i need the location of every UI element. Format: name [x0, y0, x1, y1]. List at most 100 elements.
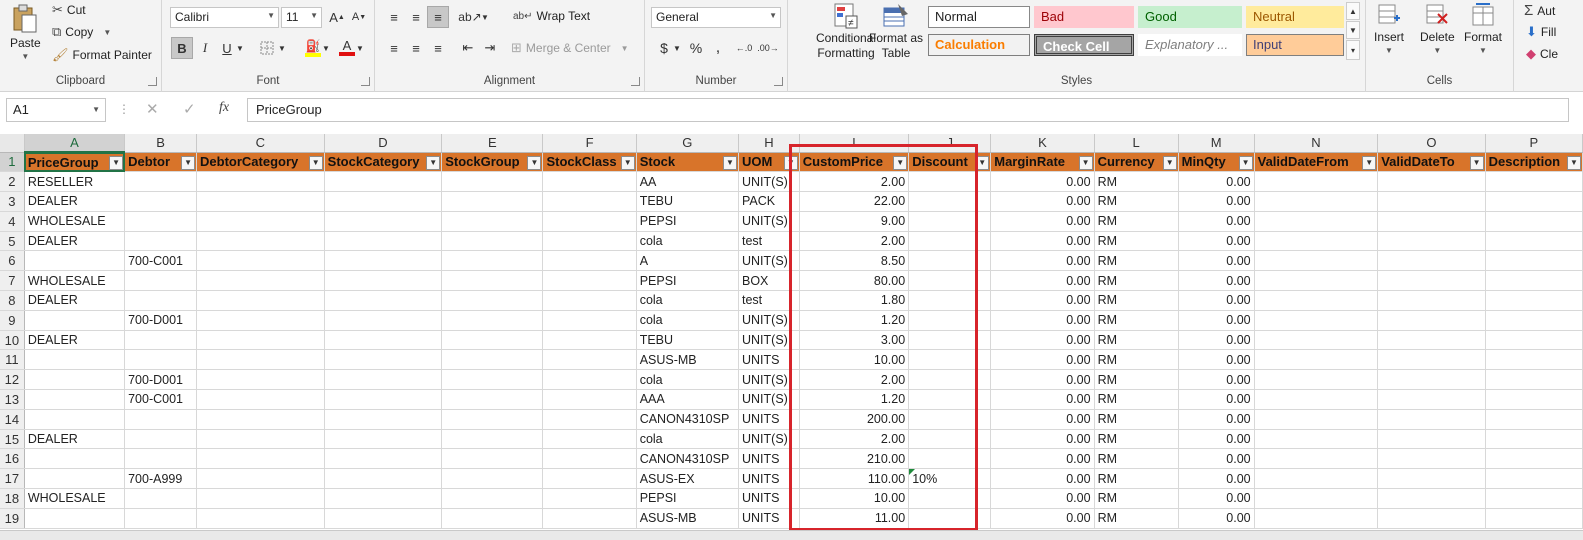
fill-button[interactable]: ⬇ Fill — [1526, 24, 1556, 40]
table-cell[interactable] — [1377, 231, 1486, 252]
table-cell[interactable]: cola — [636, 231, 740, 252]
column-header-g[interactable]: G — [636, 134, 740, 153]
copy-button[interactable]: ⧉ Copy ▼ — [52, 24, 111, 40]
table-cell[interactable]: 0.00 — [990, 250, 1095, 272]
table-cell[interactable] — [908, 231, 992, 252]
column-header-b[interactable]: B — [124, 134, 198, 153]
style-good[interactable]: Good — [1138, 6, 1242, 28]
table-cell[interactable] — [1254, 488, 1379, 509]
table-cell[interactable]: 0.00 — [1178, 448, 1255, 470]
table-cell[interactable] — [908, 488, 992, 509]
column-header-h[interactable]: H — [738, 134, 800, 153]
column-header-n[interactable]: N — [1254, 134, 1379, 153]
table-cell[interactable] — [542, 310, 637, 331]
table-cell[interactable]: 0.00 — [990, 231, 1095, 252]
confirm-entry-icon[interactable]: ✓ — [183, 100, 196, 118]
insert-function-icon[interactable]: fx — [219, 100, 229, 116]
table-cell[interactable] — [324, 468, 443, 490]
table-cell[interactable]: 0.00 — [1178, 290, 1255, 311]
table-cell[interactable] — [542, 191, 637, 212]
table-cell[interactable] — [24, 369, 126, 391]
table-cell[interactable] — [24, 508, 126, 529]
table-cell[interactable]: WHOLESALE — [24, 270, 126, 292]
column-header-i[interactable]: I — [799, 134, 910, 153]
table-cell[interactable] — [908, 508, 992, 529]
table-cell[interactable]: 0.00 — [1178, 231, 1255, 252]
table-cell[interactable]: ASUS-MB — [636, 349, 740, 371]
table-cell[interactable]: AA — [636, 171, 740, 193]
column-header-c[interactable]: C — [196, 134, 325, 153]
table-cell[interactable] — [1485, 409, 1583, 430]
table-cell[interactable] — [124, 270, 198, 292]
filter-dropdown-icon[interactable]: ▼ — [975, 155, 990, 170]
align-middle-button[interactable]: ≡ — [405, 6, 427, 28]
table-cell[interactable] — [1377, 191, 1486, 212]
table-header-cell[interactable]: UOM ▼ — [738, 152, 800, 173]
table-cell[interactable]: 110.00 — [799, 468, 910, 490]
table-cell[interactable] — [1485, 191, 1583, 212]
table-cell[interactable]: test — [738, 290, 800, 311]
table-cell[interactable] — [441, 250, 544, 272]
table-header-cell[interactable]: MarginRate ▼ — [990, 152, 1095, 173]
table-cell[interactable]: 0.00 — [1178, 211, 1255, 232]
table-cell[interactable] — [542, 409, 637, 430]
format-painter-button[interactable]: 🖌 Format Painter — [52, 47, 152, 63]
table-cell[interactable] — [196, 191, 325, 212]
table-header-cell[interactable]: Currency ▼ — [1094, 152, 1179, 173]
table-cell[interactable] — [1377, 369, 1486, 391]
table-cell[interactable]: 2.00 — [799, 369, 910, 391]
table-cell[interactable]: UNITS — [738, 349, 800, 371]
style-check-cell[interactable]: Check Cell — [1034, 34, 1134, 56]
table-cell[interactable]: 0.00 — [990, 290, 1095, 311]
table-cell[interactable] — [441, 270, 544, 292]
table-cell[interactable] — [441, 369, 544, 391]
styles-scroll-down-icon[interactable]: ▼ — [1346, 21, 1360, 39]
table-cell[interactable] — [542, 290, 637, 311]
table-cell[interactable] — [908, 330, 992, 351]
table-cell[interactable] — [24, 310, 126, 331]
table-cell[interactable] — [1485, 369, 1583, 391]
table-cell[interactable]: RM — [1094, 448, 1179, 470]
table-cell[interactable]: 0.00 — [1178, 349, 1255, 371]
table-cell[interactable]: DEALER — [24, 231, 126, 252]
table-header-cell[interactable]: PriceGroup ▼ — [24, 152, 126, 173]
style-explanatory[interactable]: Explanatory ... — [1138, 34, 1242, 56]
table-cell[interactable] — [1485, 508, 1583, 529]
column-header-f[interactable]: F — [542, 134, 637, 153]
table-cell[interactable] — [542, 211, 637, 232]
table-header-cell[interactable]: DebtorCategory ▼ — [196, 152, 325, 173]
table-cell[interactable] — [1377, 310, 1486, 331]
table-cell[interactable] — [1254, 191, 1379, 212]
table-cell[interactable]: DEALER — [24, 429, 126, 450]
filter-dropdown-icon[interactable]: ▼ — [527, 155, 542, 170]
table-cell[interactable]: RM — [1094, 429, 1179, 450]
table-cell[interactable]: UNITS — [738, 508, 800, 529]
comma-style-button[interactable]: , — [707, 37, 729, 59]
table-cell[interactable] — [1377, 171, 1486, 193]
horizontal-scrollbar[interactable] — [0, 530, 1583, 540]
table-cell[interactable] — [196, 231, 325, 252]
row-header[interactable]: 17 — [0, 468, 25, 490]
table-cell[interactable] — [1254, 369, 1379, 391]
table-cell[interactable] — [324, 250, 443, 272]
table-cell[interactable]: 10.00 — [799, 488, 910, 509]
column-header-a[interactable]: A — [24, 134, 126, 153]
filter-dropdown-icon[interactable]: ▼ — [1162, 155, 1177, 170]
table-cell[interactable]: 0.00 — [1178, 330, 1255, 351]
table-cell[interactable] — [1485, 429, 1583, 450]
table-cell[interactable] — [1377, 409, 1486, 430]
table-cell[interactable]: 0.00 — [1178, 468, 1255, 490]
align-right-button[interactable]: ≡ — [427, 37, 449, 59]
table-cell[interactable] — [24, 389, 126, 410]
filter-dropdown-icon[interactable]: ▼ — [1567, 155, 1581, 170]
font-name-select[interactable]: Calibri ▼ — [170, 7, 279, 28]
table-cell[interactable] — [542, 468, 637, 490]
font-launcher-icon[interactable] — [361, 77, 370, 86]
table-cell[interactable] — [441, 191, 544, 212]
table-cell[interactable]: 0.00 — [990, 270, 1095, 292]
table-cell[interactable] — [324, 290, 443, 311]
table-cell[interactable] — [1485, 171, 1583, 193]
table-cell[interactable]: UNITS — [738, 468, 800, 490]
table-cell[interactable]: 10% — [908, 468, 992, 490]
table-cell[interactable]: RM — [1094, 231, 1179, 252]
